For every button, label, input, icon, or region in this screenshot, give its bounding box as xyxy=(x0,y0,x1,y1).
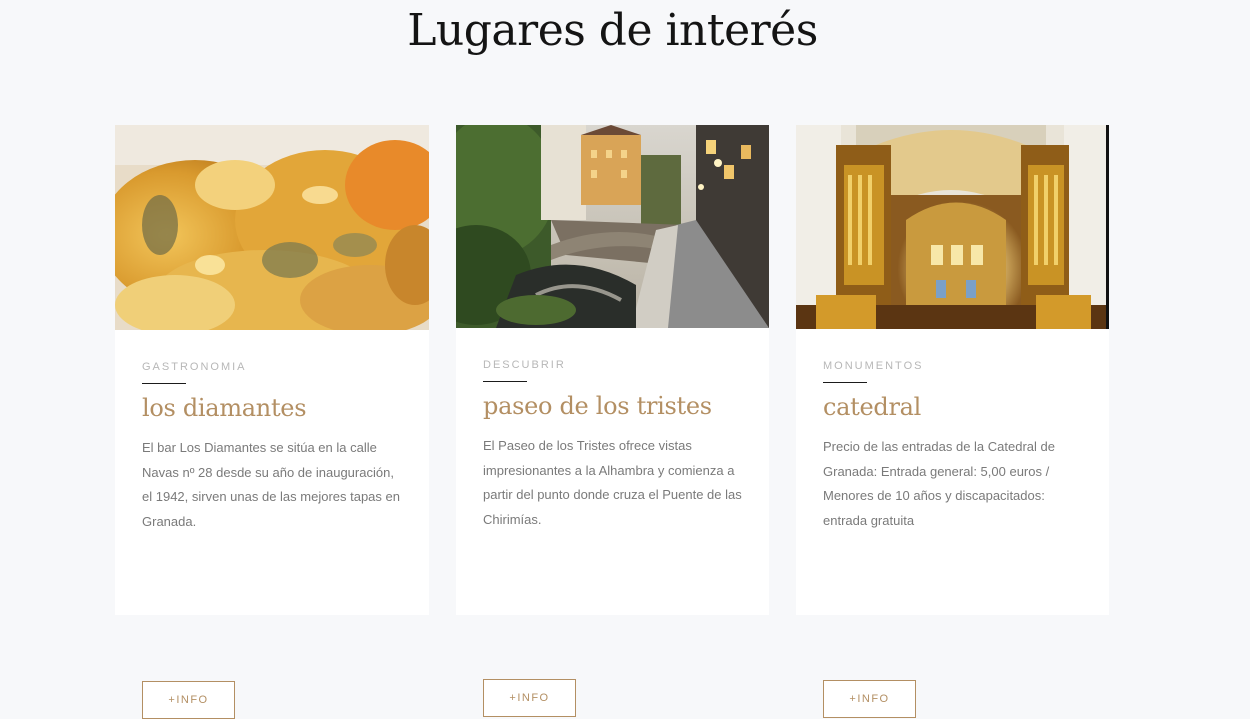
card-body: GASTRONOMIA los diamantes El bar Los Dia… xyxy=(142,360,403,719)
card-catedral: MONUMENTOS catedral Precio de las entrad… xyxy=(796,125,1109,718)
card-category: MONUMENTOS xyxy=(823,360,924,372)
card-description: Precio de las entradas de la Catedral de… xyxy=(823,439,1055,528)
card-title[interactable]: catedral xyxy=(823,391,1083,423)
fried-fish-image xyxy=(115,125,429,330)
card-category: GASTRONOMIA xyxy=(142,361,247,373)
card-body: DESCUBRIR paseo de los tristes El Paseo … xyxy=(483,358,743,717)
more-info-button[interactable]: +INFO xyxy=(142,681,235,719)
more-info-button[interactable]: +INFO xyxy=(483,679,576,717)
card-category: DESCUBRIR xyxy=(483,359,566,371)
cathedral-interior-photo[interactable] xyxy=(796,125,1109,329)
cathedral-interior-image xyxy=(796,125,1109,329)
card-paseo-de-los-tristes: DESCUBRIR paseo de los tristes El Paseo … xyxy=(456,125,769,717)
river-walk-photo[interactable] xyxy=(456,125,769,328)
card-description: El bar Los Diamantes se sitúa en la call… xyxy=(142,440,400,529)
section-title: Lugares de interés xyxy=(407,5,818,56)
card-title[interactable]: los diamantes xyxy=(142,392,403,424)
more-info-button[interactable]: +INFO xyxy=(823,680,916,718)
river-walk-image xyxy=(456,125,769,328)
category-divider xyxy=(823,382,867,383)
card-body: MONUMENTOS catedral Precio de las entrad… xyxy=(823,359,1083,718)
card-description: El Paseo de los Tristes ofrece vistas im… xyxy=(483,438,742,527)
category-divider xyxy=(142,383,186,384)
fried-fish-photo[interactable] xyxy=(115,125,429,330)
card-title[interactable]: paseo de los tristes xyxy=(483,390,743,422)
category-divider xyxy=(483,381,527,382)
card-los-diamantes: GASTRONOMIA los diamantes El bar Los Dia… xyxy=(115,125,429,719)
